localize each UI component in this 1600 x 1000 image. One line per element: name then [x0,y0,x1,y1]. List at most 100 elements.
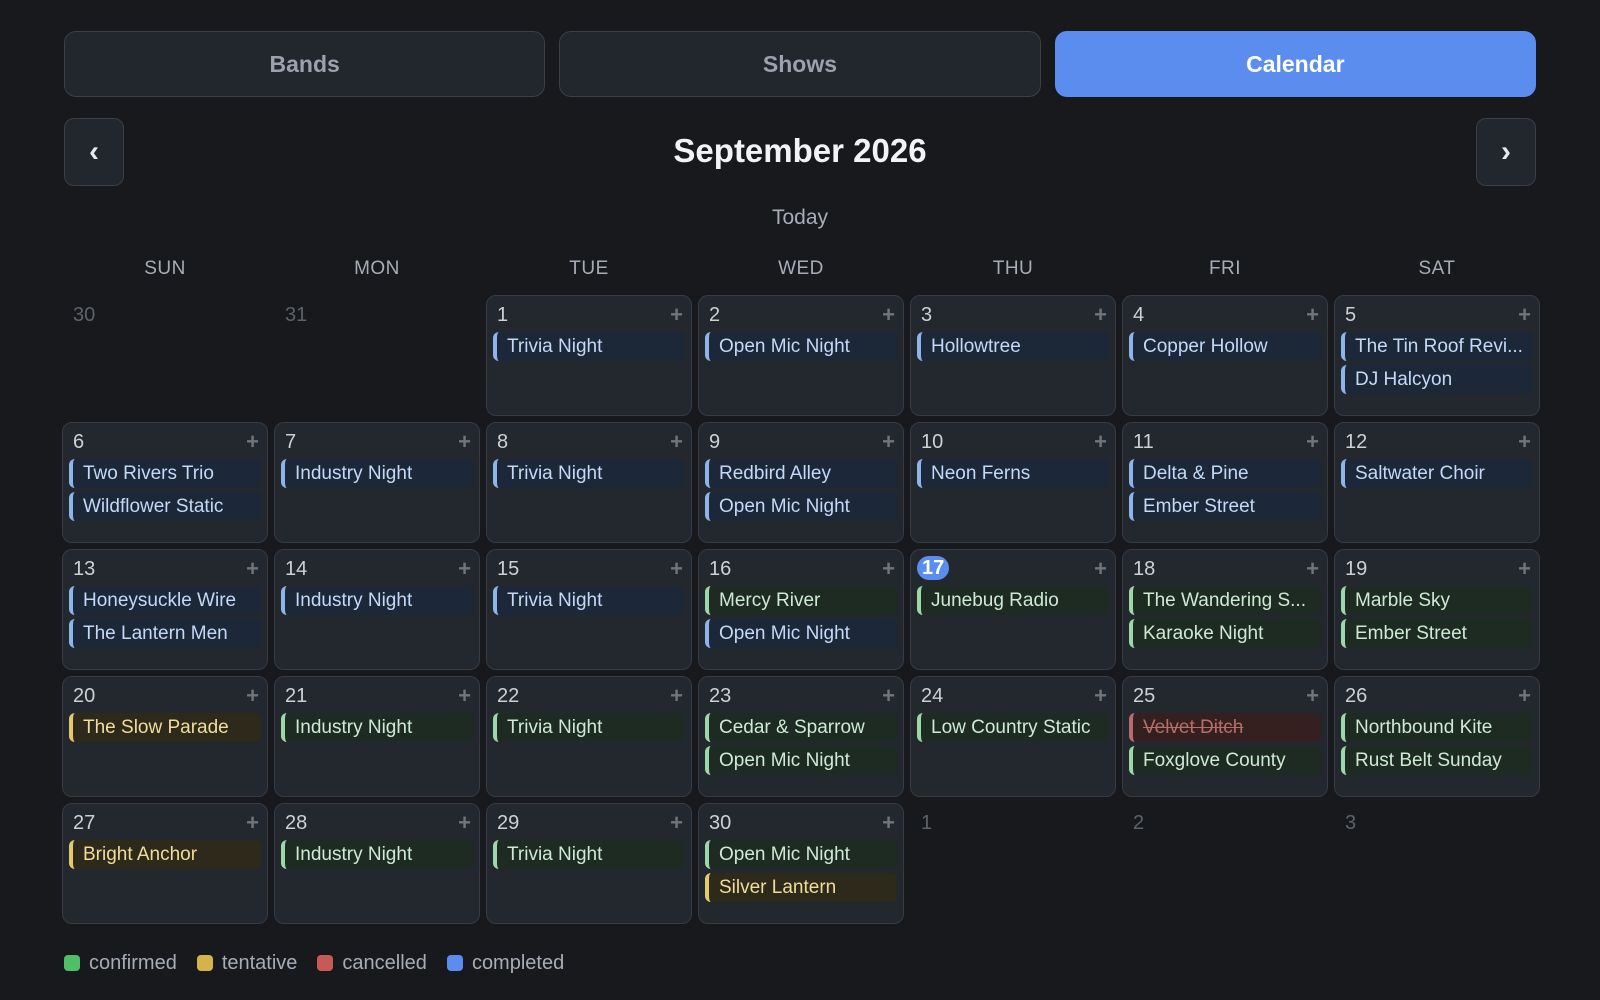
event-confirmed[interactable]: Ember Street [1341,619,1533,648]
day-cell[interactable]: 22 + Trivia Night [486,676,692,797]
event-completed[interactable]: Hollowtree [917,332,1109,361]
event-confirmed[interactable]: Open Mic Night [705,746,897,775]
day-cell[interactable]: 16 + Mercy River Open Mic Night [698,549,904,670]
event-tentative[interactable]: Bright Anchor [69,840,261,869]
event-completed[interactable]: Neon Ferns [917,459,1109,488]
tab-shows[interactable]: Shows [559,31,1041,97]
event-completed[interactable]: Trivia Night [493,332,685,361]
day-cell[interactable]: 11 + Delta & Pine Ember Street [1122,422,1328,543]
day-cell[interactable]: 25 + Velvet Ditch Foxglove County [1122,676,1328,797]
add-show-button[interactable]: + [1094,683,1107,709]
event-completed[interactable]: Trivia Night [493,586,685,615]
add-show-button[interactable]: + [882,429,895,455]
day-cell[interactable]: 12 + Saltwater Choir [1334,422,1540,543]
event-completed[interactable]: The Tin Roof Revi... [1341,332,1533,361]
day-cell[interactable]: 28 + Industry Night [274,803,480,924]
event-completed[interactable]: The Lantern Men [69,619,261,648]
add-show-button[interactable]: + [246,810,259,836]
add-show-button[interactable]: + [670,810,683,836]
day-cell[interactable]: 17 + Junebug Radio [910,549,1116,670]
event-confirmed[interactable]: The Wandering S... [1129,586,1321,615]
day-cell[interactable]: 3 + Hollowtree [910,295,1116,416]
add-show-button[interactable]: + [246,683,259,709]
day-cell[interactable]: 7 + Industry Night [274,422,480,543]
event-confirmed[interactable]: Trivia Night [493,713,685,742]
add-show-button[interactable]: + [458,683,471,709]
event-confirmed[interactable]: Industry Night [281,840,473,869]
add-show-button[interactable]: + [1518,429,1531,455]
add-show-button[interactable]: + [882,556,895,582]
today-button[interactable]: Today [0,206,1600,230]
add-show-button[interactable]: + [458,429,471,455]
event-confirmed[interactable]: Karaoke Night [1129,619,1321,648]
day-cell[interactable]: 20 + The Slow Parade [62,676,268,797]
event-completed[interactable]: Wildflower Static [69,492,261,521]
event-completed[interactable]: Honeysuckle Wire [69,586,261,615]
add-show-button[interactable]: + [670,683,683,709]
event-tentative[interactable]: The Slow Parade [69,713,261,742]
add-show-button[interactable]: + [1306,683,1319,709]
day-cell[interactable]: 30 + Open Mic Night Silver Lantern [698,803,904,924]
day-cell[interactable]: 8 + Trivia Night [486,422,692,543]
add-show-button[interactable]: + [1518,556,1531,582]
add-show-button[interactable]: + [882,302,895,328]
add-show-button[interactable]: + [1094,556,1107,582]
event-confirmed[interactable]: Marble Sky [1341,586,1533,615]
add-show-button[interactable]: + [1306,302,1319,328]
add-show-button[interactable]: + [458,810,471,836]
day-cell[interactable]: 6 + Two Rivers Trio Wildflower Static [62,422,268,543]
event-completed[interactable]: Saltwater Choir [1341,459,1533,488]
day-cell[interactable]: 26 + Northbound Kite Rust Belt Sunday [1334,676,1540,797]
tab-bands[interactable]: Bands [64,31,546,97]
event-confirmed[interactable]: Mercy River [705,586,897,615]
day-cell[interactable]: 24 + Low Country Static [910,676,1116,797]
event-confirmed[interactable]: Open Mic Night [705,840,897,869]
event-completed[interactable]: Trivia Night [493,459,685,488]
add-show-button[interactable]: + [1518,302,1531,328]
day-cell[interactable]: 1 + Trivia Night [486,295,692,416]
add-show-button[interactable]: + [458,556,471,582]
event-completed[interactable]: Copper Hollow [1129,332,1321,361]
event-completed[interactable]: Two Rivers Trio [69,459,261,488]
event-completed[interactable]: Ember Street [1129,492,1321,521]
event-completed[interactable]: Open Mic Night [705,619,897,648]
event-completed[interactable]: DJ Halcyon [1341,365,1533,394]
next-month-button[interactable]: › [1476,118,1536,186]
tab-calendar[interactable]: Calendar [1054,31,1536,97]
event-confirmed[interactable]: Foxglove County [1129,746,1321,775]
day-cell[interactable]: 29 + Trivia Night [486,803,692,924]
day-cell[interactable]: 21 + Industry Night [274,676,480,797]
day-cell[interactable]: 27 + Bright Anchor [62,803,268,924]
day-cell[interactable]: 5 + The Tin Roof Revi... DJ Halcyon [1334,295,1540,416]
add-show-button[interactable]: + [1094,429,1107,455]
day-cell[interactable]: 19 + Marble Sky Ember Street [1334,549,1540,670]
add-show-button[interactable]: + [1094,302,1107,328]
event-confirmed[interactable]: Northbound Kite [1341,713,1533,742]
event-completed[interactable]: Industry Night [281,459,473,488]
day-cell[interactable]: 15 + Trivia Night [486,549,692,670]
add-show-button[interactable]: + [670,429,683,455]
add-show-button[interactable]: + [1306,556,1319,582]
day-cell[interactable]: 23 + Cedar & Sparrow Open Mic Night [698,676,904,797]
event-completed[interactable]: Industry Night [281,586,473,615]
event-confirmed[interactable]: Junebug Radio [917,586,1109,615]
add-show-button[interactable]: + [882,810,895,836]
add-show-button[interactable]: + [670,556,683,582]
day-cell[interactable]: 9 + Redbird Alley Open Mic Night [698,422,904,543]
event-confirmed[interactable]: Cedar & Sparrow [705,713,897,742]
event-confirmed[interactable]: Low Country Static [917,713,1109,742]
event-confirmed[interactable]: Trivia Night [493,840,685,869]
add-show-button[interactable]: + [670,302,683,328]
event-completed[interactable]: Open Mic Night [705,492,897,521]
day-cell[interactable]: 10 + Neon Ferns [910,422,1116,543]
add-show-button[interactable]: + [1306,429,1319,455]
event-completed[interactable]: Open Mic Night [705,332,897,361]
event-tentative[interactable]: Silver Lantern [705,873,897,902]
event-confirmed[interactable]: Industry Night [281,713,473,742]
add-show-button[interactable]: + [246,429,259,455]
add-show-button[interactable]: + [882,683,895,709]
event-completed[interactable]: Redbird Alley [705,459,897,488]
day-cell[interactable]: 18 + The Wandering S... Karaoke Night [1122,549,1328,670]
day-cell[interactable]: 13 + Honeysuckle Wire The Lantern Men [62,549,268,670]
day-cell[interactable]: 14 + Industry Night [274,549,480,670]
